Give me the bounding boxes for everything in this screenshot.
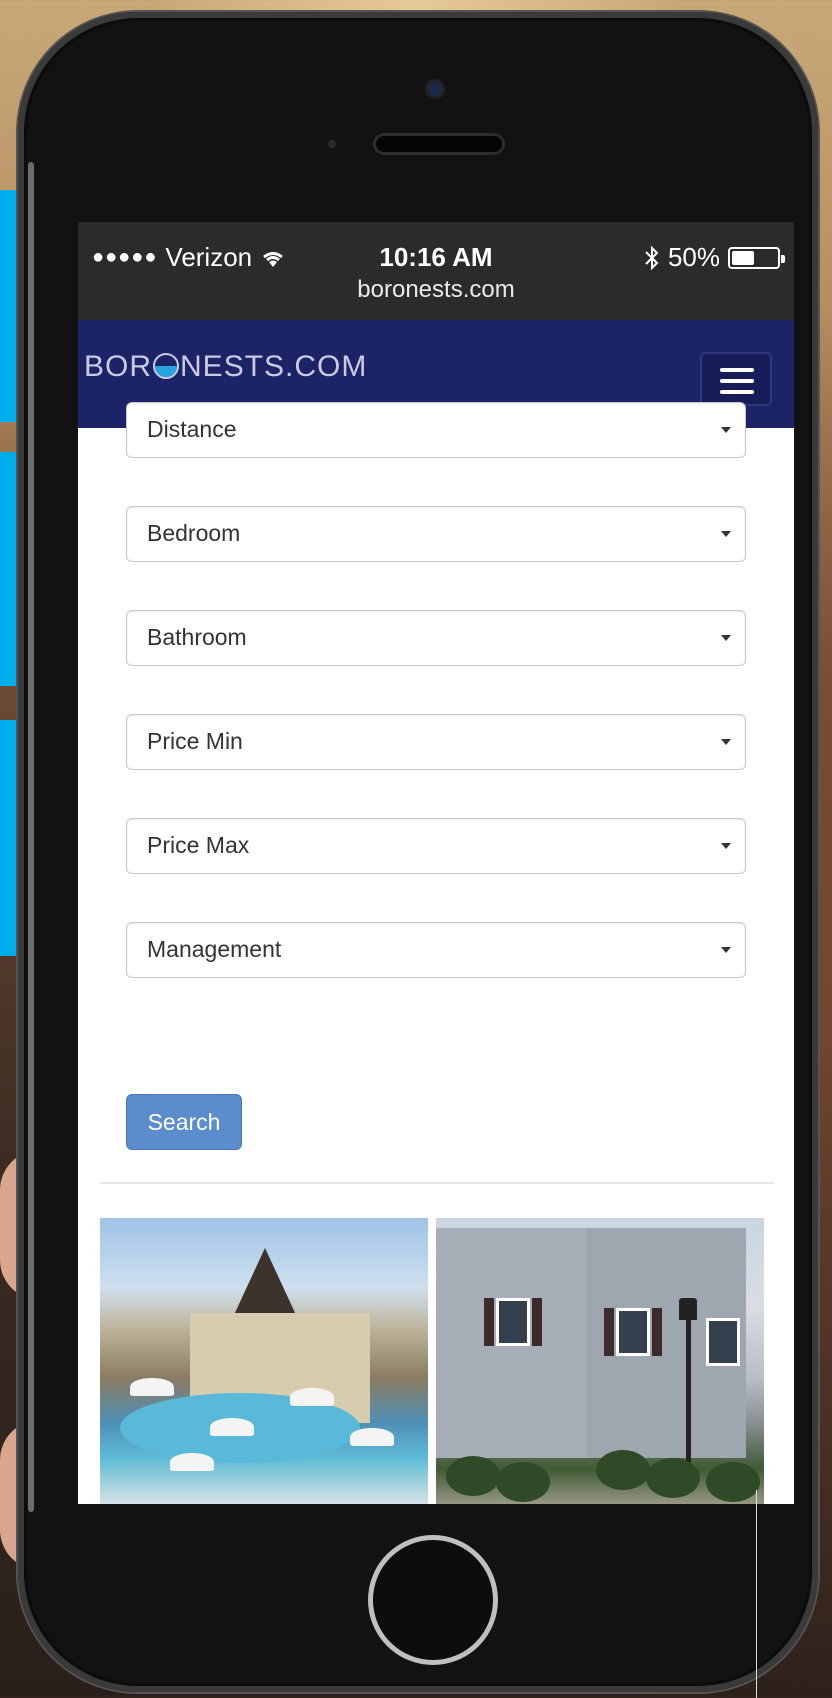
property-photo-resort[interactable]: [100, 1218, 428, 1504]
chevron-down-icon: [721, 947, 731, 953]
home-button[interactable]: [368, 1535, 498, 1665]
property-photo-townhomes[interactable]: [436, 1218, 764, 1504]
select-value: Distance: [147, 416, 237, 442]
front-camera-icon: [428, 82, 442, 96]
battery-percent: 50%: [667, 242, 720, 272]
chevron-down-icon: [721, 427, 731, 433]
site-logo[interactable]: BOR NESTS.COM: [84, 350, 367, 384]
select-value: Bathroom: [147, 624, 247, 650]
select-value: Price Min: [147, 728, 243, 754]
phone-screen: ●●●●● Verizon 10:16 AM 50% boronests.com…: [78, 222, 794, 1504]
phone-edge-left: [28, 162, 34, 1512]
price-max-select[interactable]: Price Max: [126, 818, 746, 874]
earpiece-speaker: [376, 136, 502, 152]
browser-url[interactable]: boronests.com: [78, 276, 794, 304]
logo-text-suffix: NESTS.COM: [180, 350, 368, 383]
divider-line: [756, 1490, 757, 1698]
select-value: Management: [147, 936, 282, 962]
chevron-down-icon: [721, 635, 731, 641]
section-divider: [100, 1182, 774, 1184]
select-value: Bedroom: [147, 520, 241, 546]
battery-level-fill: [732, 250, 754, 265]
proximity-sensor: [328, 140, 336, 148]
price-min-select[interactable]: Price Min: [126, 714, 746, 770]
chevron-down-icon: [721, 531, 731, 537]
bluetooth-icon: [645, 245, 659, 270]
management-select[interactable]: Management: [126, 922, 746, 978]
bedroom-select[interactable]: Bedroom: [126, 506, 746, 562]
battery-icon: [728, 246, 785, 269]
logo-nest-icon: [153, 353, 180, 379]
chevron-down-icon: [721, 739, 731, 745]
distance-select[interactable]: Distance: [126, 402, 746, 458]
search-form: Distance Bedroom Bathroom Price Min Pric…: [78, 402, 794, 1504]
chevron-down-icon: [721, 843, 731, 849]
bathroom-select[interactable]: Bathroom: [126, 610, 746, 666]
search-button[interactable]: Search: [126, 1094, 242, 1150]
phone-frame: ●●●●● Verizon 10:16 AM 50% boronests.com…: [18, 12, 818, 1692]
select-value: Price Max: [147, 832, 250, 858]
logo-text-prefix: BOR: [84, 350, 153, 383]
status-bar: ●●●●● Verizon 10:16 AM 50% boronests.com: [78, 222, 794, 320]
hamburger-menu-icon[interactable]: [700, 352, 772, 406]
